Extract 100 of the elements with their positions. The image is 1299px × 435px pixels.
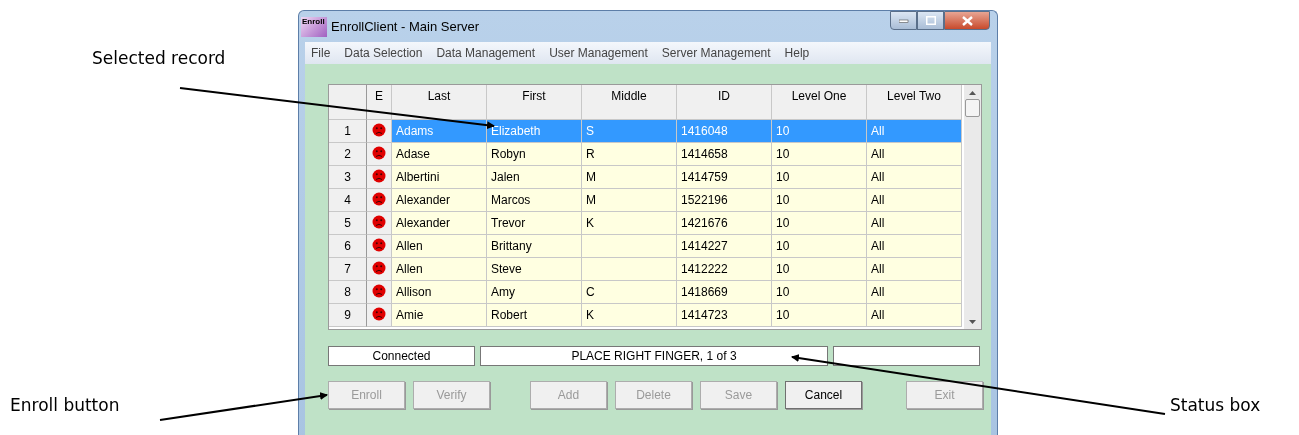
table-cell: 1414658: [677, 143, 772, 166]
row-header: 2: [329, 143, 367, 166]
table-cell: All: [867, 235, 962, 258]
maximize-button[interactable]: [917, 11, 944, 30]
column-header[interactable]: Level One: [772, 85, 867, 120]
table-cell: Allen: [392, 258, 487, 281]
table-cell: Steve: [487, 258, 582, 281]
menu-item[interactable]: Server Management: [661, 46, 771, 60]
row-header: 7: [329, 258, 367, 281]
sad-face-icon: [372, 261, 386, 275]
record-row[interactable]: 8 Allison Amy C 1418669 10 All: [329, 281, 964, 304]
record-row[interactable]: 4 Alexander Marcos M 1522196 10 All: [329, 189, 964, 212]
table-cell: Jalen: [487, 166, 582, 189]
table-cell: K: [582, 212, 677, 235]
table-cell: 10: [772, 281, 867, 304]
menu-item[interactable]: User Management: [549, 46, 648, 60]
table-cell: Robert: [487, 304, 582, 327]
table-cell: K: [582, 304, 677, 327]
record-row[interactable]: 5 Alexander Trevor K 1421676 10 All: [329, 212, 964, 235]
table-cell: Brittany: [487, 235, 582, 258]
table-cell: Allen: [392, 235, 487, 258]
sad-face-icon: [372, 169, 386, 183]
table-cell: 1414723: [677, 304, 772, 327]
scroll-up-icon[interactable]: [969, 91, 976, 95]
table-cell: Alexander: [392, 189, 487, 212]
table-cell: 10: [772, 304, 867, 327]
sad-face-icon: [372, 215, 386, 229]
table-cell: 1412222: [677, 258, 772, 281]
table-cell: 10: [772, 235, 867, 258]
row-header: 6: [329, 235, 367, 258]
row-header: 5: [329, 212, 367, 235]
record-row[interactable]: 2 Adase Robyn R 1414658 10 All: [329, 143, 964, 166]
table-cell: Marcos: [487, 189, 582, 212]
record-row[interactable]: 9 Amie Robert K 1414723 10 All: [329, 304, 964, 327]
table-cell: All: [867, 258, 962, 281]
table-cell: 10: [772, 166, 867, 189]
record-row[interactable]: 7 Allen Steve 1412222 10 All: [329, 258, 964, 281]
column-header[interactable]: Level Two: [867, 85, 962, 120]
table-cell: All: [867, 143, 962, 166]
record-row[interactable]: 1 Adams Elizabeth S 1416048 10 All: [329, 120, 964, 143]
record-row[interactable]: 6 Allen Brittany 1414227 10 All: [329, 235, 964, 258]
callout-label: Status box: [1170, 395, 1261, 415]
scroll-down-icon[interactable]: [969, 320, 976, 324]
scroll-bar[interactable]: [964, 85, 981, 329]
table-cell: R: [582, 143, 677, 166]
record-row[interactable]: 3 Albertini Jalen M 1414759 10 All: [329, 166, 964, 189]
table-cell: Robyn: [487, 143, 582, 166]
table-cell: 1416048: [677, 120, 772, 143]
table-cell: Albertini: [392, 166, 487, 189]
sad-face-icon: [372, 123, 386, 137]
sad-face-icon: [372, 307, 386, 321]
column-header[interactable]: First: [487, 85, 582, 120]
table-cell: 1421676: [677, 212, 772, 235]
menu-item[interactable]: File: [311, 46, 331, 60]
table-cell: M: [582, 166, 677, 189]
menu-item[interactable]: Data Management: [436, 46, 536, 60]
window-title: EnrollClient - Main Server: [331, 19, 480, 34]
table-cell: Adase: [392, 143, 487, 166]
table-cell: All: [867, 189, 962, 212]
sad-face-icon: [372, 192, 386, 206]
scroll-thumb[interactable]: [965, 99, 980, 117]
table-cell: All: [867, 281, 962, 304]
connection-status: Connected: [328, 346, 475, 366]
menu-item[interactable]: Help: [784, 46, 810, 60]
close-icon: [961, 15, 973, 26]
menu-item[interactable]: Data Selection: [344, 46, 423, 60]
table-cell: Alexander: [392, 212, 487, 235]
table-cell: Adams: [392, 120, 487, 143]
table-cell: Amy: [487, 281, 582, 304]
table-cell: M: [582, 189, 677, 212]
table-cell: 10: [772, 143, 867, 166]
table-cell: C: [582, 281, 677, 304]
table-cell: Allison: [392, 281, 487, 304]
column-header[interactable]: E: [367, 85, 392, 120]
column-header[interactable]: Middle: [582, 85, 677, 120]
sad-face-icon: [372, 238, 386, 252]
column-header[interactable]: Last: [392, 85, 487, 120]
minimize-button[interactable]: [890, 11, 917, 30]
minimize-icon: [898, 18, 909, 23]
row-header: 8: [329, 281, 367, 304]
app-icon: Enroll: [301, 16, 327, 37]
maximize-icon: [925, 16, 936, 25]
table-cell: 1414759: [677, 166, 772, 189]
callout-label: Selected record: [92, 48, 226, 68]
sad-face-icon: [372, 146, 386, 160]
sad-face-icon: [372, 284, 386, 298]
table-cell: 1522196: [677, 189, 772, 212]
row-header: 3: [329, 166, 367, 189]
row-header: 4: [329, 189, 367, 212]
row-header: 1: [329, 120, 367, 143]
table-cell: S: [582, 120, 677, 143]
column-header[interactable]: ID: [677, 85, 772, 120]
table-cell: Elizabeth: [487, 120, 582, 143]
table-cell: All: [867, 212, 962, 235]
table-cell: 1418669: [677, 281, 772, 304]
table-cell: 10: [772, 189, 867, 212]
status-box: PLACE RIGHT FINGER, 1 of 3: [480, 346, 828, 366]
action-button[interactable]: Cancel: [785, 381, 862, 409]
table-cell: 10: [772, 212, 867, 235]
close-button[interactable]: [944, 11, 990, 30]
